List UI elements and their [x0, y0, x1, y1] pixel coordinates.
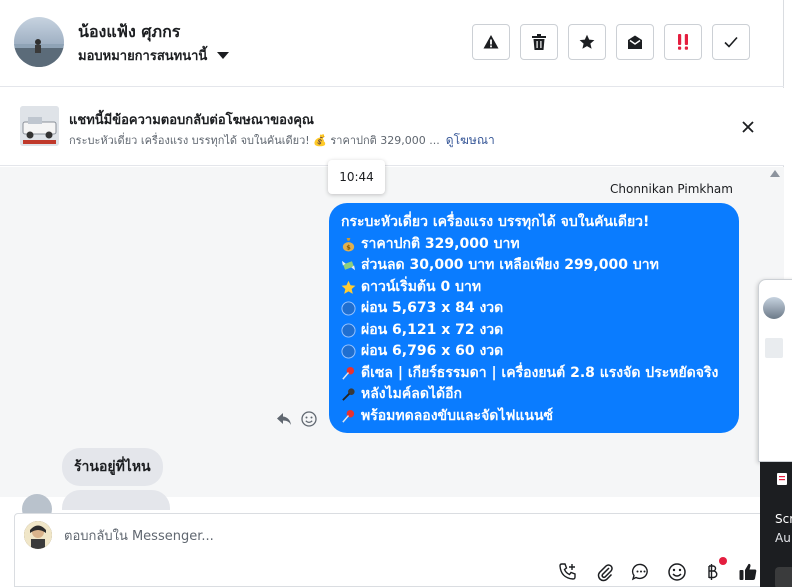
contact-avatar[interactable]	[14, 17, 64, 67]
reply-icon[interactable]	[276, 411, 292, 427]
like-button[interactable]	[737, 561, 759, 583]
assign-conversation-dropdown[interactable]: มอบหมายการสนทนานี้	[78, 45, 230, 66]
view-ad-link[interactable]: ดูโฆษณา	[446, 133, 495, 147]
message-text: ส่วนลด 30,000 บาท เหลือเพียง 299,000 บาท	[361, 257, 659, 273]
message-line: ผ่อน 6,121 x 72 งวด	[341, 320, 727, 342]
message-line: ผ่อน 6,796 x 60 งวด	[341, 341, 727, 363]
microphone-icon	[342, 388, 355, 402]
blue-circle-icon	[341, 344, 356, 359]
page-avatar	[24, 521, 52, 549]
message-text: กระบะหัวเดี่ยว เครื่องแรง บรรทุกได้ จบใน…	[341, 214, 650, 230]
envelope-open-icon	[628, 35, 642, 49]
warning-icon	[483, 35, 499, 49]
contact-name[interactable]: น้องแฟ้ง ศุภกร	[78, 20, 180, 45]
saved-reply-icon	[631, 563, 648, 581]
star-button[interactable]	[568, 24, 606, 60]
attach-file-button[interactable]	[594, 561, 616, 583]
message-line: $ ราคาปกติ 329,000 บาท	[341, 234, 727, 256]
mark-unread-button[interactable]	[616, 24, 654, 60]
check-icon	[724, 36, 738, 48]
mark-done-button[interactable]	[712, 24, 750, 60]
ad-description-text: กระบะหัวเดี่ยว เครื่องแรง บรรทุกได้ จบใน…	[69, 134, 440, 147]
caret-down-icon	[217, 52, 230, 59]
payment-notification-dot	[719, 557, 727, 565]
incoming-message-bubble[interactable]: ร้านอยู่ที่ไหน	[62, 448, 163, 486]
message-line: ดาวน์เริ่มต้น 0 บาท	[341, 277, 727, 299]
message-text: หลังไมค์ลดได้อีก	[361, 386, 462, 402]
ad-thumbnail[interactable]	[20, 106, 59, 146]
message-line: ส่วนลด 30,000 บาท เหลือเพียง 299,000 บาท	[341, 255, 727, 277]
message-text: ราคาปกติ 329,000 บาท	[361, 235, 520, 252]
money-bag-icon: $	[342, 237, 355, 251]
phone-plus-icon	[559, 563, 576, 580]
ad-banner-description: กระบะหัวเดี่ยว เครื่องแรง บรรทุกได้ จบใน…	[69, 131, 495, 150]
saved-replies-button[interactable]	[630, 561, 652, 583]
toast-action-button[interactable]	[775, 567, 792, 587]
message-text: ดีเซล | เกียร์ธรรมดา | เครื่องยนต์ 2.8 แ…	[361, 364, 719, 381]
pushpin-icon	[342, 409, 355, 423]
assign-label: มอบหมายการสนทนานี้	[78, 49, 208, 64]
message-line: ผ่อน 5,673 x 84 งวด	[341, 298, 727, 320]
blue-circle-icon	[341, 323, 356, 338]
outgoing-message-bubble[interactable]: กระบะหัวเดี่ยว เครื่องแรง บรรทุกได้ จบใน…	[329, 203, 739, 433]
message-actions	[276, 411, 317, 427]
close-banner-button[interactable]	[738, 117, 758, 137]
message-timestamp-tooltip: 10:44	[328, 160, 385, 194]
toast-title: Scr	[775, 512, 792, 526]
message-line: กระบะหัวเดี่ยว เครื่องแรง บรรทุกได้ จบใน…	[341, 212, 727, 234]
message-text: ผ่อน 6,796 x 60 งวด	[361, 343, 504, 359]
follow-up-button[interactable]	[664, 24, 702, 60]
star-emoji-icon	[341, 280, 356, 294]
toast-subtitle: Au	[775, 531, 791, 545]
ad-banner-title: แชทนี้มีข้อความตอบกลับต่อโฆษณาของคุณ	[69, 113, 314, 128]
incoming-message-bubble-partial[interactable]	[62, 490, 170, 510]
payment-button[interactable]	[701, 561, 723, 583]
emoji-button[interactable]	[666, 561, 688, 583]
trash-icon	[532, 34, 546, 50]
emoji-icon	[668, 563, 686, 581]
baht-icon	[708, 564, 718, 580]
call-button[interactable]	[557, 561, 579, 583]
app-frame: น้องแฟ้ง ศุภกร มอบหมายการสนทนานี้ แชทนี้…	[0, 0, 792, 587]
blue-circle-icon	[341, 301, 356, 316]
message-line: ดีเซล | เกียร์ธรรมดา | เครื่องยนต์ 2.8 แ…	[341, 363, 727, 385]
scroll-up-arrow-icon[interactable]	[770, 170, 780, 177]
close-icon	[742, 121, 754, 133]
conversation-panel: น้องแฟ้ง ศุภกร มอบหมายการสนทนานี้ แชทนี้…	[0, 0, 784, 587]
pushpin-icon	[342, 366, 355, 380]
money-wings-icon	[341, 261, 356, 271]
message-line: หลังไมค์ลดได้อีก	[341, 384, 727, 406]
message-text: ผ่อน 5,673 x 84 งวด	[361, 300, 504, 316]
thumbs-up-icon	[739, 563, 757, 580]
message-line: พร้อมทดลองขับและจัดไฟแนนซ์	[341, 406, 727, 428]
message-text: พร้อมทดลองขับและจัดไฟแนนซ์	[361, 407, 554, 424]
floating-chat-avatar	[763, 297, 785, 319]
svg-text:$: $	[346, 243, 351, 251]
message-text: ผ่อน 6,121 x 72 งวด	[361, 321, 504, 338]
paperclip-icon	[597, 564, 613, 582]
react-emoji-icon[interactable]	[301, 411, 317, 427]
double-exclamation-icon	[678, 34, 688, 50]
document-icon	[777, 473, 787, 485]
delete-button[interactable]	[520, 24, 558, 60]
message-text: ดาวน์เริ่มต้น 0 บาท	[361, 278, 482, 295]
sender-name: Chonnikan Pimkham	[610, 182, 733, 196]
floating-chat-ad-thumbnail	[765, 338, 783, 358]
mark-spam-button[interactable]	[472, 24, 510, 60]
star-icon	[579, 34, 595, 49]
reply-input[interactable]	[64, 526, 564, 546]
